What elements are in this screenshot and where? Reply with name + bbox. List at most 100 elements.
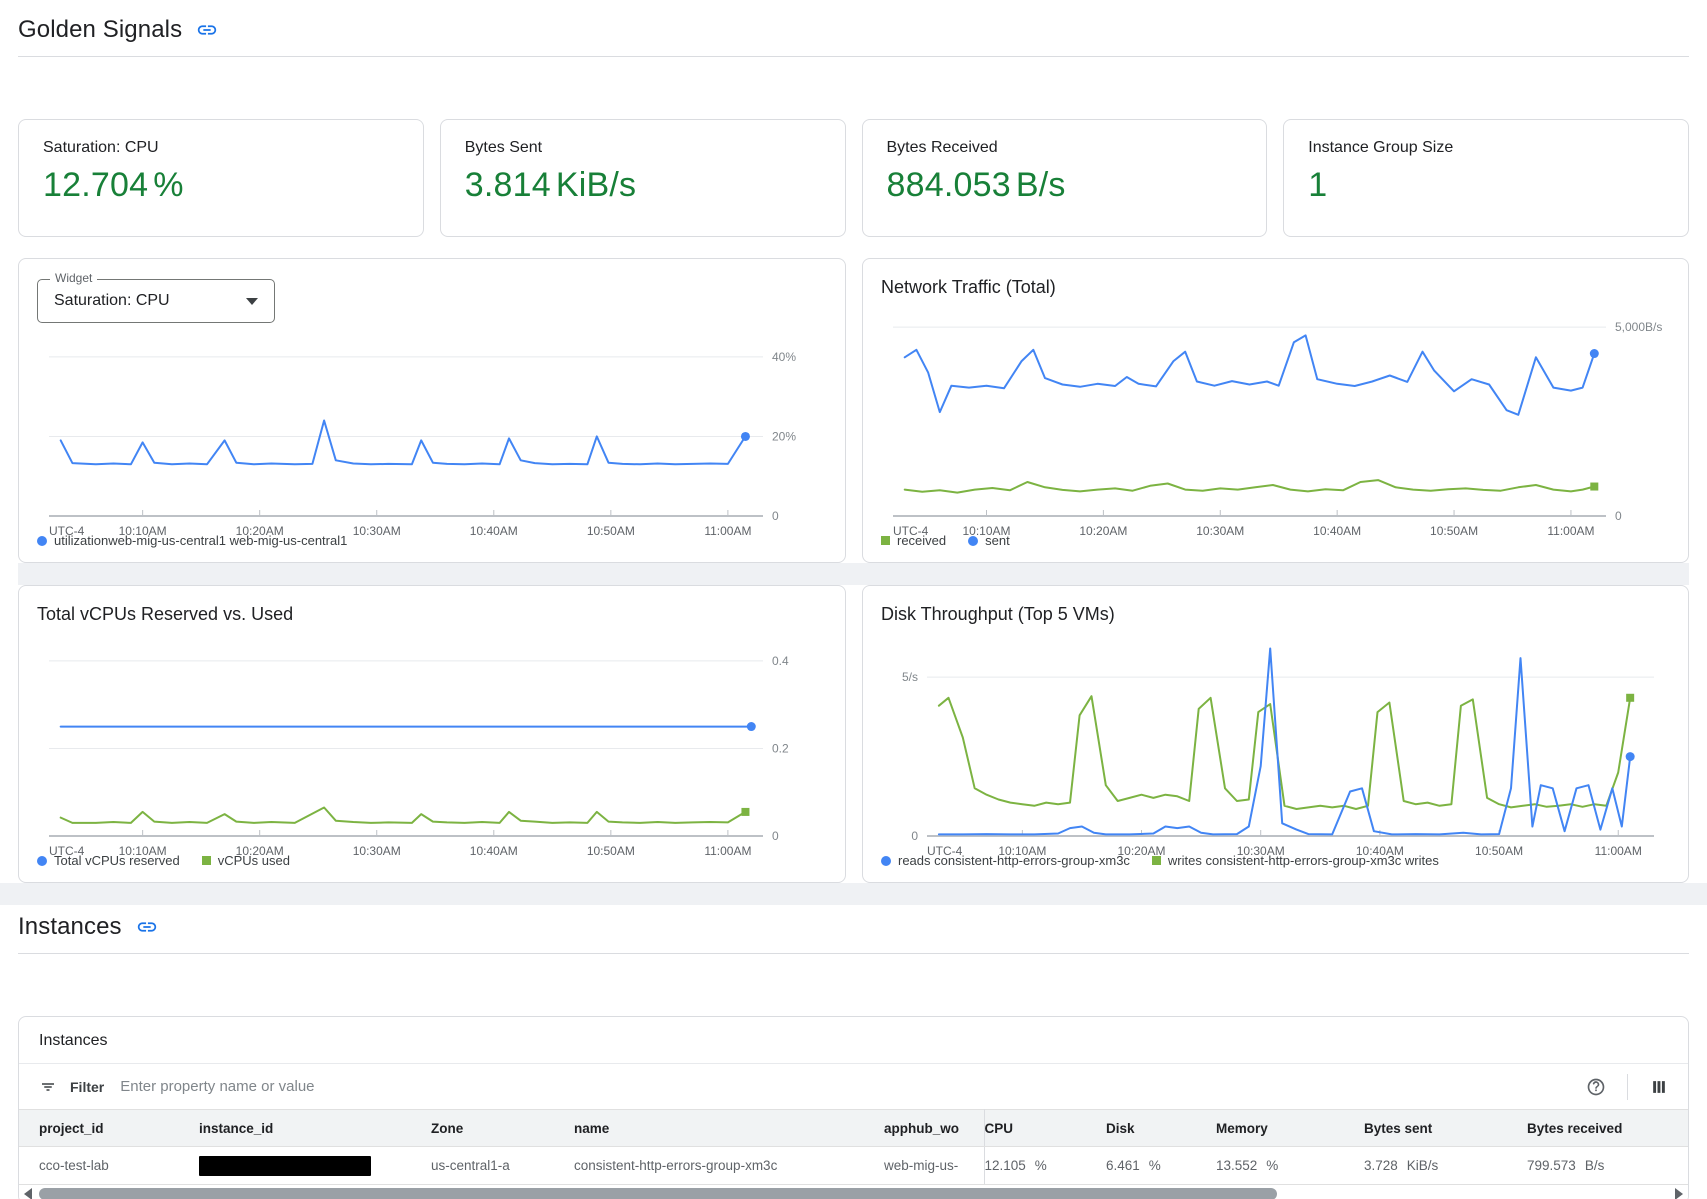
widget-select[interactable]: Widget Saturation: CPU xyxy=(37,279,275,323)
legend-label: Total vCPUs reserved xyxy=(54,853,180,868)
y-axis-label: 0 xyxy=(772,829,779,843)
help-icon[interactable] xyxy=(1583,1074,1609,1100)
section-gap xyxy=(0,883,1707,905)
col-header-disk[interactable]: Disk xyxy=(1106,1110,1216,1147)
table-title: Instances xyxy=(19,1017,1688,1063)
y-axis-label: 0.4 xyxy=(772,654,789,668)
chart-card-network-traffic: Network Traffic (Total) 5,000B/s010:10AM… xyxy=(862,258,1689,563)
table-header-row: project_id instance_id Zone name apphub_… xyxy=(19,1110,1688,1147)
chart-card-vcpus: Total vCPUs Reserved vs. Used 0.40.2010:… xyxy=(18,585,846,883)
y-axis-label: 0.2 xyxy=(772,741,789,755)
col-header-zone[interactable]: Zone xyxy=(431,1110,574,1147)
horizontal-scrollbar xyxy=(19,1185,1688,1199)
col-header-instance-id[interactable]: instance_id xyxy=(199,1110,431,1147)
disk-chart-legend: reads consistent-http-errors-group-xm3c w… xyxy=(879,851,1672,872)
cell-disk: 6.461% xyxy=(1106,1147,1216,1185)
chart-title: Total vCPUs Reserved vs. Used xyxy=(37,604,829,625)
scroll-right-arrow[interactable] xyxy=(1672,1187,1686,1199)
series-end-marker xyxy=(741,432,750,441)
page-title: Golden Signals xyxy=(18,16,182,44)
col-header-bytes-sent[interactable]: Bytes sent xyxy=(1364,1110,1527,1147)
chart-title: Disk Throughput (Top 5 VMs) xyxy=(881,604,1672,625)
instances-header: Instances xyxy=(0,905,1707,941)
scorecard-bytes-sent[interactable]: Bytes Sent 3.814KiB/s xyxy=(440,119,846,237)
column-display-icon[interactable] xyxy=(1646,1074,1672,1100)
cell-project-id: cco-test-lab xyxy=(19,1147,199,1185)
vcpus-chart-legend: Total vCPUs reserved vCPUs used xyxy=(35,851,829,872)
series-end-marker xyxy=(1590,349,1599,358)
legend-circle-marker xyxy=(37,536,47,546)
scrollbar-track[interactable] xyxy=(39,1188,1668,1199)
filter-label[interactable]: Filter xyxy=(70,1079,104,1095)
legend-label: writes consistent-http-errors-group-xm3c… xyxy=(1168,853,1439,868)
filter-bar: Filter xyxy=(19,1063,1688,1109)
link-icon[interactable] xyxy=(136,916,158,938)
legend-label: utilizationweb-mig-us-central1 web-mig-u… xyxy=(54,533,347,548)
legend-item[interactable]: Total vCPUs reserved xyxy=(37,853,180,868)
legend-item[interactable]: received xyxy=(881,533,946,548)
series-end-marker xyxy=(747,722,756,731)
instances-divider xyxy=(18,953,1689,954)
header-divider xyxy=(18,56,1689,57)
table-row[interactable]: cco-test-lab us-central1-a consistent-ht… xyxy=(19,1147,1688,1185)
legend-circle-marker xyxy=(968,536,978,546)
legend-item[interactable]: sent xyxy=(968,533,1010,548)
col-header-project-id[interactable]: project_id xyxy=(19,1110,199,1147)
scorecard-saturation-cpu[interactable]: Saturation: CPU 12.704% xyxy=(18,119,424,237)
widget-select-value: Saturation: CPU xyxy=(54,292,246,310)
legend-item[interactable]: writes consistent-http-errors-group-xm3c… xyxy=(1152,853,1439,868)
cell-memory: 13.552% xyxy=(1216,1147,1364,1185)
scorecard-value: 884.053B/s xyxy=(887,166,1243,205)
legend-label: reads consistent-http-errors-group-xm3c xyxy=(898,853,1130,868)
section-gap xyxy=(18,563,1689,585)
filter-input[interactable] xyxy=(120,1078,1583,1095)
cell-zone: us-central1-a xyxy=(431,1147,574,1185)
col-header-bytes-received[interactable]: Bytes received xyxy=(1527,1110,1688,1147)
vertical-divider xyxy=(1627,1074,1628,1100)
saturation-chart-legend: utilizationweb-mig-us-central1 web-mig-u… xyxy=(35,531,829,552)
col-header-cpu[interactable]: CPU xyxy=(984,1110,1106,1147)
disk-throughput-chart[interactable]: 5/s010:10AM10:20AM10:30AM10:40AM10:50AM1… xyxy=(879,627,1672,851)
col-header-memory[interactable]: Memory xyxy=(1216,1110,1364,1147)
legend-item[interactable]: utilizationweb-mig-us-central1 web-mig-u… xyxy=(37,533,347,548)
legend-label: sent xyxy=(985,533,1010,548)
legend-circle-marker xyxy=(37,856,47,866)
y-axis-label: 20% xyxy=(772,429,796,443)
scorecard-label: Bytes Sent xyxy=(465,139,821,157)
legend-label: vCPUs used xyxy=(218,853,290,868)
filter-icon[interactable] xyxy=(35,1074,61,1100)
chart-card-saturation: Widget Saturation: CPU 40%20%010:10AM10:… xyxy=(18,258,846,563)
scorecard-instance-group-size[interactable]: Instance Group Size 1 xyxy=(1283,119,1689,237)
chart-title: Network Traffic (Total) xyxy=(881,277,1672,298)
scorecard-label: Instance Group Size xyxy=(1308,139,1664,157)
legend-item[interactable]: vCPUs used xyxy=(202,853,290,868)
instances-table-card: Instances Filter project_id instance_id … xyxy=(18,1016,1689,1199)
chart-svg: 5,000B/s010:10AM10:20AM10:30AM10:40AM10:… xyxy=(879,300,1672,546)
legend-item[interactable]: reads consistent-http-errors-group-xm3c xyxy=(881,853,1130,868)
legend-label: received xyxy=(897,533,946,548)
cell-name: consistent-http-errors-group-xm3c xyxy=(574,1147,884,1185)
legend-square-marker xyxy=(202,856,211,865)
vcpus-chart[interactable]: 0.40.2010:10AM10:20AM10:30AM10:40AM10:50… xyxy=(35,627,829,851)
cell-instance-id xyxy=(199,1147,431,1185)
scorecard-value: 3.814KiB/s xyxy=(465,166,821,205)
series-line-vcpus-used xyxy=(61,808,746,823)
instances-table: project_id instance_id Zone name apphub_… xyxy=(19,1109,1688,1185)
instances-section-title: Instances xyxy=(18,913,122,941)
scrollbar-thumb[interactable] xyxy=(39,1188,1277,1199)
saturation-cpu-chart[interactable]: 40%20%010:10AM10:20AM10:30AM10:40AM10:50… xyxy=(35,325,829,531)
y-axis-label: 0 xyxy=(1615,509,1622,523)
chevron-down-icon xyxy=(246,298,258,305)
series-end-marker xyxy=(1626,752,1635,761)
network-traffic-chart[interactable]: 5,000B/s010:10AM10:20AM10:30AM10:40AM10:… xyxy=(879,300,1672,531)
col-header-name[interactable]: name xyxy=(574,1110,884,1147)
y-axis-label: 0 xyxy=(911,829,918,843)
y-axis-label: 5/s xyxy=(902,670,918,684)
link-icon[interactable] xyxy=(196,19,218,41)
col-header-apphub[interactable]: apphub_wo xyxy=(884,1110,984,1147)
scorecard-bytes-received[interactable]: Bytes Received 884.053B/s xyxy=(862,119,1268,237)
redacted-value xyxy=(199,1156,371,1176)
scroll-left-arrow[interactable] xyxy=(21,1187,35,1199)
y-axis-label: 0 xyxy=(772,509,779,523)
cell-bytes-sent: 3.728KiB/s xyxy=(1364,1147,1527,1185)
